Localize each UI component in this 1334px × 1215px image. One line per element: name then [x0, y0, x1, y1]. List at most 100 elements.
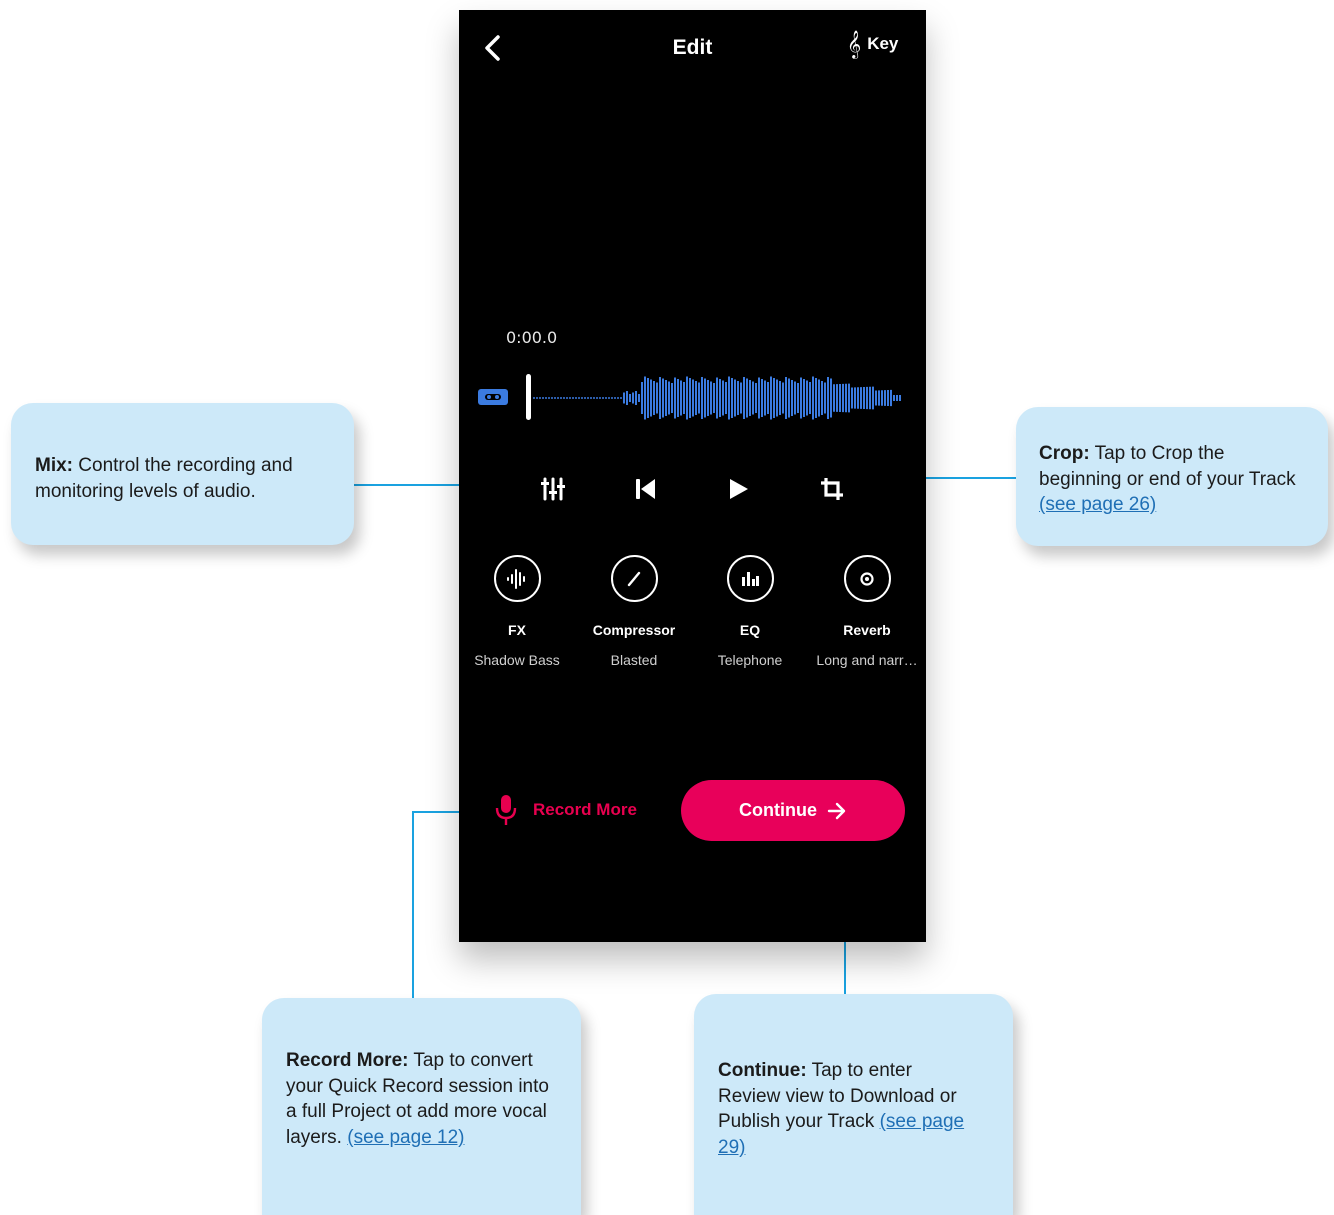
effect-compressor[interactable]: Compressor Blasted	[574, 555, 694, 668]
playhead-handle[interactable]	[526, 374, 531, 420]
waveform-bar	[845, 383, 847, 413]
waveform-bar	[860, 387, 862, 409]
waveform-bar	[629, 394, 631, 402]
waveform-bar	[827, 377, 829, 419]
waveform-bar	[716, 377, 718, 419]
waveform-bar	[674, 377, 676, 419]
waveform-bar	[863, 387, 865, 409]
callout-title: Mix:	[35, 455, 73, 476]
waveform-bar	[701, 377, 703, 419]
waveform-bar	[581, 397, 583, 399]
time-readout: 0:00.0	[506, 328, 558, 347]
waveform-bar	[878, 390, 880, 406]
waveform-bar	[554, 397, 556, 399]
waveform-bar	[788, 378, 790, 418]
waveform-bar	[638, 394, 640, 402]
waveform-bar	[842, 383, 844, 413]
waveform-bar	[791, 380, 793, 416]
waveform-bar	[677, 379, 679, 417]
callout-title: Continue:	[718, 1060, 807, 1081]
waveform-bar	[851, 387, 853, 409]
continue-callout: Continue: Tap to enter Review view to Do…	[694, 994, 1013, 1215]
waveform-bar	[764, 380, 766, 416]
waveform-bar	[884, 390, 886, 406]
waveform-bar	[608, 397, 610, 399]
record-more-callout: Record More: Tap to convert your Quick R…	[262, 998, 581, 1215]
waveform-bar	[734, 379, 736, 417]
waveform-bar	[551, 397, 553, 399]
record-more-button[interactable]: Record More	[495, 794, 637, 826]
key-label: Key	[867, 34, 899, 53]
waveform-bar	[548, 397, 550, 399]
effect-fx[interactable]: FX Shadow Bass	[457, 555, 577, 668]
waveform-bar	[797, 383, 799, 413]
continue-button[interactable]: Continue	[681, 780, 905, 841]
waveform-bar	[728, 376, 730, 420]
waveform-bar	[572, 397, 574, 399]
waveform-bar	[758, 377, 760, 419]
waveform-bar	[623, 392, 625, 404]
effect-eq[interactable]: EQ Telephone	[690, 555, 810, 668]
waveform-bar	[611, 397, 613, 399]
waveform-bar	[800, 377, 802, 419]
effect-value: Telephone	[717, 652, 783, 668]
waveform-bar	[743, 377, 745, 419]
waveform-bar	[770, 376, 772, 420]
crop-button[interactable]	[808, 465, 856, 513]
key-button[interactable]: 𝄞 Key	[847, 32, 898, 56]
waveform-bar	[839, 384, 841, 412]
waveform-bar	[857, 387, 859, 409]
waveform-bar	[680, 380, 682, 416]
mixer-button[interactable]	[529, 465, 577, 513]
waveform-bar	[590, 397, 592, 399]
waveform-bar	[887, 390, 889, 406]
waveform-bar	[725, 382, 727, 414]
waveform-bar	[587, 397, 589, 399]
waveform-bar	[824, 382, 826, 414]
waveform-bar	[893, 395, 895, 401]
play-button[interactable]	[714, 465, 762, 513]
effect-value: Shadow Bass	[474, 652, 560, 668]
treble-clef-icon: 𝄞	[847, 30, 862, 58]
effect-reverb[interactable]: Reverb Long and narr…	[807, 555, 927, 668]
waveform-bar	[719, 379, 721, 417]
waveform-bar	[749, 380, 751, 416]
crop-callout: Crop: Tap to Crop the beginning or end o…	[1016, 407, 1328, 546]
waveform-bar	[659, 377, 661, 419]
waveform-bar	[563, 397, 565, 399]
skip-back-button[interactable]	[622, 465, 670, 513]
waveform-bar	[722, 380, 724, 416]
waveform-bar	[662, 378, 664, 418]
waveform-bar	[614, 397, 616, 399]
waveform-bar	[707, 380, 709, 416]
waveform-bar	[596, 397, 598, 399]
arrow-right-icon	[827, 802, 846, 819]
waveform-bar	[692, 379, 694, 417]
waveform-bar	[737, 381, 739, 415]
waveform-bar	[641, 382, 643, 414]
waveform-bar	[776, 379, 778, 417]
waveform-bar	[785, 377, 787, 419]
waveform-bar	[803, 379, 805, 417]
waveform-bar	[668, 381, 670, 415]
phone-screen: Edit 𝄞 Key 0:00.0 FX Shadow Bass Compres…	[459, 10, 926, 942]
waveform-bar	[632, 392, 634, 404]
waveform-bar	[602, 397, 604, 399]
waveform-bar	[671, 383, 673, 413]
waveform-bar	[761, 379, 763, 417]
waveform-bar	[620, 397, 622, 399]
waveform-bar	[695, 381, 697, 415]
waveform-bar	[875, 390, 877, 406]
waveform-bar	[698, 382, 700, 414]
waveform-bar	[773, 378, 775, 418]
crop-icon	[821, 478, 843, 500]
see-page-26-link[interactable]: (see page 26)	[1039, 494, 1156, 515]
see-page-12-link[interactable]: (see page 12)	[347, 1127, 464, 1148]
reverb-icon	[843, 555, 891, 602]
waveform-bar	[644, 376, 646, 420]
audio-waveform[interactable]	[531, 372, 903, 424]
waveform-bar	[560, 397, 562, 399]
waveform-bar	[866, 386, 868, 410]
waveform-bar	[869, 386, 871, 410]
waveform-bar	[689, 378, 691, 418]
